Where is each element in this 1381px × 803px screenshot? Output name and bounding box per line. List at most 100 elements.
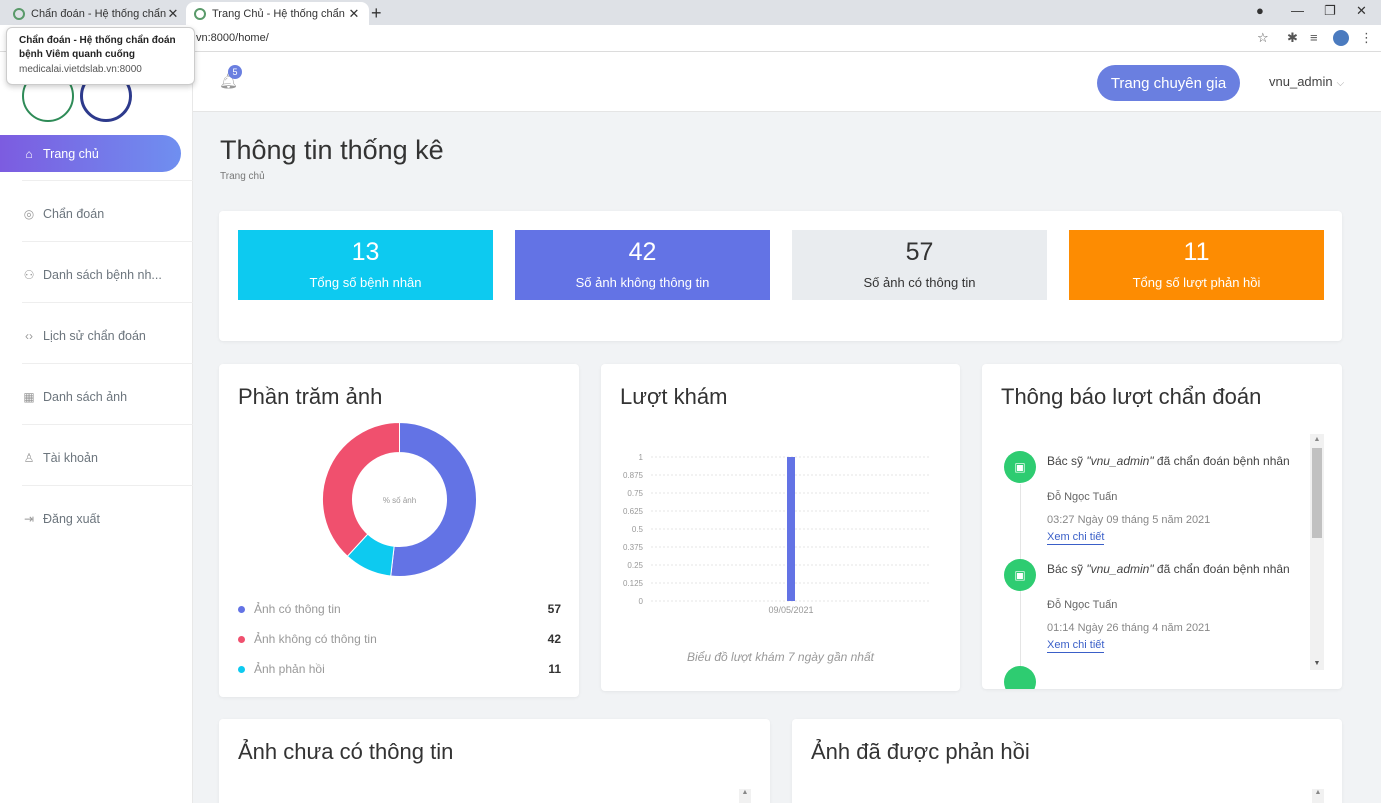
notifications-card: Thông báo lượt chẩn đoán ▣ Bác sỹ "vnu_a… [982, 364, 1342, 689]
donut-center-label: % số ảnh [383, 496, 416, 505]
legend-item: Ảnh có thông tin 57 [238, 599, 561, 619]
stat-label: Số ảnh không thông tin [575, 275, 710, 290]
expert-page-button[interactable]: Trang chuyên gia [1097, 65, 1240, 101]
sidebar-item-account[interactable]: ♙ Tài khoản [0, 428, 193, 488]
legend-item: Ảnh không có thông tin 42 [238, 629, 561, 649]
calendar-icon: ▣ [1004, 451, 1036, 483]
logout-icon: ⇥ [23, 512, 35, 526]
users-icon: ⚇ [23, 268, 35, 282]
x-tick-label: 09/05/2021 [768, 605, 813, 615]
stat-label: Tổng số bệnh nhân [309, 275, 422, 290]
tooltip-title: Chẩn đoán - Hệ thống chẩn đoán bệnh Viêm… [19, 35, 176, 60]
top-header: 🔔︎ 5 Trang chuyên gia vnu_admin ⌵ [193, 52, 1381, 112]
legend-label: Ảnh có thông tin [254, 602, 341, 616]
address-bar: vn:8000/home/ ☆ ✱ ≡ ⋮ [0, 25, 1381, 52]
legend-dot [238, 635, 245, 643]
legend-value: 42 [547, 632, 561, 646]
browser-tab-bar: Chẩn đoán - Hệ thống chẩn đoán ✕ Trang C… [0, 0, 1381, 25]
user-icon: ♙ [23, 451, 35, 465]
y-tick-label: 0.875 [623, 471, 644, 480]
view-detail-link[interactable]: Xem chi tiết [1047, 531, 1105, 545]
notification-time: 03:27 Ngày 09 tháng 5 năm 2021 [1047, 514, 1211, 526]
media-icon[interactable]: ● [1256, 3, 1264, 18]
tab-title: Trang Chủ - Hệ thống chẩn đoán [212, 7, 347, 20]
scrollbar[interactable]: ▲ ▼ [1310, 434, 1324, 670]
reading-list-icon[interactable]: ≡ [1310, 30, 1318, 45]
card-title: Thông báo lượt chẩn đoán [1001, 384, 1262, 409]
stat-label: Số ảnh có thông tin [863, 275, 976, 290]
breadcrumb[interactable]: Trang chủ [220, 171, 265, 182]
sidebar-item-logout[interactable]: ⇥ Đăng xuất [0, 489, 193, 549]
y-tick-label: 0.25 [627, 561, 643, 570]
sidebar-item-label: Lịch sử chẩn đoán [43, 329, 146, 343]
close-icon[interactable]: ✕ [166, 6, 180, 22]
y-tick-label: 0.75 [627, 489, 643, 498]
minimize-icon[interactable]: — [1291, 3, 1304, 18]
profile-avatar[interactable] [1333, 30, 1349, 46]
sidebar-item-label: Tài khoản [43, 451, 98, 465]
stat-total-patients: 13 Tổng số bệnh nhân [238, 230, 493, 300]
donut-slice[interactable] [322, 422, 400, 557]
page-title: Thông tin thống kê [220, 135, 444, 165]
scroll-up-icon[interactable]: ▲ [1312, 789, 1324, 803]
browser-tab-diagnosis[interactable]: Chẩn đoán - Hệ thống chẩn đoán ✕ [5, 2, 188, 25]
grid-icon: ▦ [23, 390, 35, 404]
view-detail-link[interactable]: Xem chi tiết [1047, 639, 1105, 653]
sidebar-item-label: Trang chủ [43, 146, 99, 161]
restore-icon[interactable]: ❐ [1324, 3, 1336, 19]
tab-title: Chẩn đoán - Hệ thống chẩn đoán [31, 7, 166, 20]
stat-value: 11 [1183, 238, 1210, 266]
star-icon[interactable]: ☆ [1257, 30, 1269, 46]
calendar-icon: ▣ [1004, 559, 1036, 591]
sidebar-item-patients[interactable]: ⚇ Danh sách bệnh nh... [0, 245, 193, 305]
card-title: Ảnh chưa có thông tin [238, 739, 454, 764]
browser-tab-home[interactable]: Trang Chủ - Hệ thống chẩn đoán ✕ [186, 2, 369, 25]
y-tick-label: 1 [639, 453, 644, 462]
sidebar-item-label: Đăng xuất [43, 512, 100, 526]
new-tab-icon[interactable]: + [371, 3, 382, 24]
sidebar: ⌂ Trang chủ ◎ Chẩn đoán ⚇ Danh sách bệnh… [0, 52, 193, 803]
notification-text: Bác sỹ "vnu_admin" đã chẩn đoán bệnh nhâ… [1047, 454, 1290, 468]
calendar-icon [1004, 666, 1036, 689]
stats-card: 13 Tổng số bệnh nhân 42 Số ảnh không thô… [219, 211, 1342, 341]
scroll-thumb[interactable] [1312, 448, 1322, 538]
close-window-icon[interactable]: ✕ [1356, 3, 1367, 19]
extensions-icon[interactable]: ✱ [1287, 30, 1298, 46]
y-tick-label: 0.375 [623, 543, 644, 552]
y-tick-label: 0.5 [632, 525, 644, 534]
scroll-up-icon[interactable]: ▲ [739, 789, 751, 803]
legend-value: 11 [548, 662, 561, 676]
url-input[interactable]: vn:8000/home/ [196, 32, 269, 44]
image-percentage-card: Phần trăm ảnh % số ảnh Ảnh có thông tin … [219, 364, 579, 697]
y-tick-label: 0.125 [623, 579, 644, 588]
site-favicon-icon [13, 7, 25, 20]
sidebar-item-label: Danh sách ảnh [43, 390, 128, 404]
stat-images-no-info: 42 Số ảnh không thông tin [515, 230, 770, 300]
sidebar-item-history[interactable]: ‹› Lịch sử chẩn đoán [0, 306, 193, 366]
stat-images-with-info: 57 Số ảnh có thông tin [792, 230, 1047, 300]
chart-caption: Biểu đồ lượt khám 7 ngày gần nhất [687, 650, 874, 664]
legend-label: Ảnh không có thông tin [254, 632, 377, 646]
y-tick-label: 0.625 [623, 507, 644, 516]
close-icon[interactable]: ✕ [347, 6, 361, 22]
scroll-up-icon[interactable]: ▲ [1310, 434, 1324, 446]
notification-text: Bác sỹ "vnu_admin" đã chẩn đoán bệnh nhâ… [1047, 562, 1290, 576]
scroll-down-icon[interactable]: ▼ [1310, 658, 1324, 670]
menu-icon[interactable]: ⋮ [1360, 30, 1373, 46]
y-tick-label: 0 [639, 597, 644, 606]
sidebar-item-diagnosis[interactable]: ◎ Chẩn đoán [0, 184, 193, 244]
card-title: Ảnh đã được phản hồi [811, 739, 1030, 764]
card-title: Lượt khám [620, 384, 728, 409]
notification-badge: 5 [228, 65, 242, 79]
visits-card: Lượt khám 1 0.875 0.75 0.625 0.5 0.375 0.25 0.1… [601, 364, 960, 691]
bar[interactable] [787, 457, 795, 601]
images-feedback-card: Ảnh đã được phản hồi ▲ [792, 719, 1342, 803]
sidebar-item-images[interactable]: ▦ Danh sách ảnh [0, 367, 193, 427]
legend-dot [238, 605, 245, 613]
user-menu[interactable]: vnu_admin ⌵ [1269, 74, 1344, 89]
notification-time: 01:14 Ngày 26 tháng 4 năm 2021 [1047, 622, 1211, 634]
chevron-down-icon: ⌵ [1336, 78, 1345, 89]
sidebar-item-home[interactable]: ⌂ Trang chủ [0, 135, 181, 172]
images-no-info-card: Ảnh chưa có thông tin ▲ [219, 719, 770, 803]
legend-dot [238, 665, 245, 673]
